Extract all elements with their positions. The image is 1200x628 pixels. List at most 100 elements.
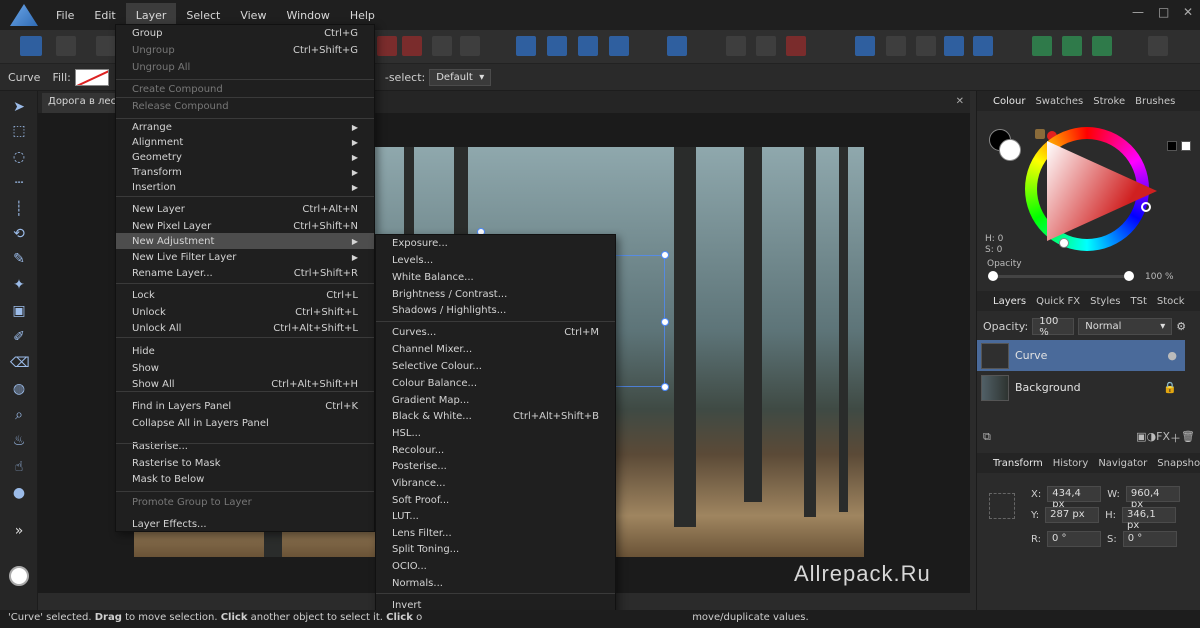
boolean-divide-icon[interactable]: [460, 36, 480, 56]
boolean-intersect-icon[interactable]: [432, 36, 452, 56]
adjustment-menu-item[interactable]: HSL...: [376, 425, 615, 441]
layer-menu-item[interactable]: Hide: [116, 343, 374, 359]
adjustment-menu-item[interactable]: Recolour...: [376, 442, 615, 458]
adjustment-menu-item[interactable]: Selective Colour...: [376, 358, 615, 374]
adjustment-icon[interactable]: ◑: [1147, 430, 1157, 446]
hue-handle[interactable]: [1141, 202, 1151, 212]
maximize-icon[interactable]: □: [1158, 5, 1169, 19]
tab-styles[interactable]: Styles: [1085, 296, 1125, 307]
gear-icon[interactable]: ⚙: [1176, 320, 1186, 333]
selection-icon[interactable]: [855, 36, 875, 56]
flood-select-icon[interactable]: ✦: [10, 277, 28, 293]
export-icon[interactable]: [1092, 36, 1112, 56]
tab-snapshots[interactable]: Snapshots: [1152, 458, 1200, 469]
snapping-options-icon[interactable]: [756, 36, 776, 56]
close-icon[interactable]: ✕: [1183, 5, 1193, 19]
invert-icon[interactable]: [973, 36, 993, 56]
opacity-slider[interactable]: [988, 271, 1134, 281]
layers-add-icon[interactable]: ⧉: [983, 430, 991, 446]
w-input[interactable]: 960,4 px: [1125, 486, 1180, 510]
macro-icon[interactable]: [56, 36, 76, 56]
adjustment-menu-item[interactable]: LUT...: [376, 508, 615, 524]
adjustment-menu-item[interactable]: Brightness / Contrast...: [376, 286, 615, 302]
layer-menu-item[interactable]: New Adjustment ▶: [116, 233, 374, 249]
selection-handle[interactable]: [661, 251, 669, 259]
boolean-add-icon[interactable]: [377, 36, 397, 56]
more-tools-icon[interactable]: »: [10, 523, 28, 539]
layer-opacity-select[interactable]: 100 %: [1032, 316, 1075, 338]
filters-icon[interactable]: [1062, 36, 1082, 56]
flip-horizontal-icon[interactable]: [516, 36, 536, 56]
tab-swatches[interactable]: Swatches: [1030, 96, 1088, 107]
layer-menu-item[interactable]: Layer Effects...: [116, 516, 374, 532]
rotate-right-icon[interactable]: [609, 36, 629, 56]
tab-stock[interactable]: Stock: [1152, 296, 1190, 307]
paint-brush-icon[interactable]: ✐: [10, 329, 28, 345]
fill-bucket-icon[interactable]: ◍: [10, 381, 28, 397]
blend-select[interactable]: Default ▾: [429, 68, 492, 86]
layer-menu-item[interactable]: New Layer Ctrl+Alt+N: [116, 201, 374, 217]
layer-menu-item[interactable]: Rasterise...: [116, 438, 374, 454]
layer-row-curve[interactable]: Curve ●: [977, 340, 1185, 371]
fill-colour-icon[interactable]: [999, 139, 1021, 161]
adjustment-menu-item[interactable]: OCIO...: [376, 558, 615, 574]
eraser-icon[interactable]: ⌫: [10, 355, 30, 371]
h-input[interactable]: 346,1 px: [1122, 507, 1177, 531]
adjustment-menu-item[interactable]: White Balance...: [376, 269, 615, 285]
adjustment-menu-item[interactable]: Posterise...: [376, 458, 615, 474]
selection-brush-icon[interactable]: ✎: [10, 251, 28, 267]
r-input[interactable]: 0 °: [1047, 531, 1102, 547]
align-icon[interactable]: [667, 36, 687, 56]
close-tab-icon[interactable]: ✕: [956, 96, 964, 107]
anchor-grid-icon[interactable]: [989, 493, 1015, 519]
x-input[interactable]: 434,4 px: [1047, 486, 1102, 510]
tab-history[interactable]: History: [1048, 458, 1094, 469]
layer-menu-item[interactable]: Collapse All in Layers Panel: [116, 415, 374, 431]
layer-menu-item[interactable]: Alignment ▶: [116, 134, 374, 150]
layer-menu-item[interactable]: Show All Ctrl+Alt+Shift+H: [116, 376, 374, 392]
layer-menu-item[interactable]: Rename Layer... Ctrl+Shift+R: [116, 265, 374, 281]
layer-menu-item[interactable]: New Live Filter Layer ▶: [116, 249, 374, 265]
column-marquee-icon[interactable]: ┊: [10, 201, 28, 217]
rotate-left-icon[interactable]: [578, 36, 598, 56]
freehand-selection-icon[interactable]: ⟲: [10, 226, 28, 242]
layer-menu-item[interactable]: New Pixel Layer Ctrl+Shift+N: [116, 218, 374, 234]
layer-menu-item[interactable]: Unlock All Ctrl+Alt+Shift+L: [116, 320, 374, 336]
adjustment-menu-item[interactable]: Channel Mixer...: [376, 341, 615, 357]
add-layer-icon[interactable]: ＋: [1170, 430, 1181, 446]
adjustment-menu-item[interactable]: Colour Balance...: [376, 375, 615, 391]
adjustment-menu-item[interactable]: Levels...: [376, 252, 615, 268]
tab-navigator[interactable]: Navigator: [1093, 458, 1152, 469]
saturation-handle[interactable]: [1059, 238, 1069, 248]
ellipse-marquee-icon[interactable]: ◌: [10, 149, 28, 165]
white-swatch[interactable]: [1181, 141, 1191, 151]
layer-menu-item[interactable]: Rasterise to Mask: [116, 455, 374, 471]
refine-icon[interactable]: [944, 36, 964, 56]
adjustment-menu-item[interactable]: Exposure...: [376, 235, 615, 251]
layer-mask-icon[interactable]: ▣: [1136, 430, 1146, 446]
zoom-icon[interactable]: ⌕: [10, 407, 28, 423]
y-input[interactable]: 287 px: [1045, 507, 1100, 523]
assistant-icon[interactable]: [786, 36, 806, 56]
adjustment-menu-item[interactable]: Vibrance...: [376, 475, 615, 491]
row-marquee-icon[interactable]: ┄: [10, 175, 28, 191]
layer-menu-item[interactable]: Transform ▶: [116, 164, 374, 180]
tab-stroke[interactable]: Stroke: [1088, 96, 1130, 107]
snapping-icon[interactable]: [726, 36, 746, 56]
adjustment-menu-item[interactable]: Black & White... Ctrl+Alt+Shift+B: [376, 408, 615, 424]
lock-icon[interactable]: 🔒: [1163, 381, 1177, 394]
colour-chip-icon[interactable]: [9, 566, 29, 586]
layer-menu-item[interactable]: Group Ctrl+G: [116, 25, 374, 41]
menu-file[interactable]: File: [46, 3, 84, 28]
persona-photo-icon[interactable]: [20, 36, 42, 56]
layer-menu-item[interactable]: Insertion ▶: [116, 179, 374, 195]
adjustment-menu-item[interactable]: Shadows / Highlights...: [376, 302, 615, 318]
adjustment-menu-item[interactable]: Soft Proof...: [376, 492, 615, 508]
marquee-icon[interactable]: ⬚: [10, 123, 28, 139]
burn-icon[interactable]: ♨: [10, 433, 28, 449]
minimize-icon[interactable]: —: [1132, 5, 1144, 19]
move-tool-icon[interactable]: ➤: [10, 99, 28, 115]
tab-quick-fx[interactable]: Quick FX: [1031, 296, 1085, 307]
layer-menu-item[interactable]: Geometry ▶: [116, 149, 374, 165]
fx-icon[interactable]: FX: [1156, 430, 1170, 446]
